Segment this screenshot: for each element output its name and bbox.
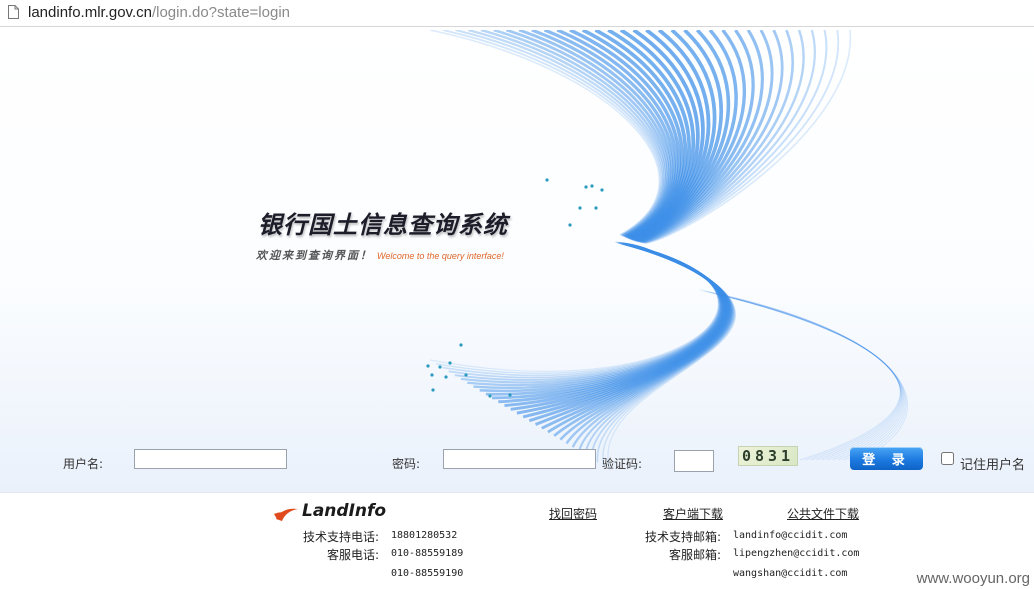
swirl-ribbon	[707, 291, 906, 461]
tech-email-value: landinfo@ccidit.com	[733, 530, 848, 541]
login-button[interactable]: 登 录	[850, 447, 923, 470]
decorative-dot	[459, 343, 463, 347]
decorative-dot	[578, 206, 582, 210]
swirl-ribbon	[718, 294, 904, 461]
tech-phone-label: 技术支持电话:	[303, 530, 380, 544]
decorative-dot	[430, 373, 434, 377]
service-email-value-1: lipengzhen@ccidit.com	[733, 548, 860, 559]
captcha-image[interactable]: 0831	[738, 446, 798, 466]
decorative-dot	[590, 184, 594, 188]
decorative-dot	[568, 223, 572, 227]
service-email-value-2: wangshan@ccidit.com	[733, 568, 848, 579]
welcome-subtitle: 欢迎来到查询界面！ Welcome to the query interface!	[256, 244, 504, 263]
remember-username-checkbox[interactable]	[941, 452, 954, 465]
footer: LandInfo 技术支持电话: 18801280532 客服电话: 010-8…	[0, 492, 1034, 589]
swirl-ribbon	[725, 295, 903, 461]
username-input[interactable]	[134, 449, 287, 469]
password-input[interactable]	[443, 449, 596, 469]
decorative-dot	[426, 364, 430, 368]
swirl-ribbon	[480, 30, 666, 238]
url-host: landinfo.mlr.gov.cn	[28, 4, 152, 21]
decorative-dot	[594, 206, 598, 210]
decorative-dot	[584, 185, 588, 189]
watermark: www.wooyun.org	[916, 570, 1030, 587]
decorative-dot	[431, 388, 435, 392]
landinfo-logo-text: LandInfo	[302, 501, 387, 521]
decorative-dot	[545, 178, 549, 182]
forgot-password-link[interactable]: 找回密码	[549, 505, 597, 522]
tech-email-label: 技术支持邮箱:	[645, 530, 722, 544]
service-phone-label: 客服电话:	[327, 548, 380, 562]
decorative-dot	[444, 375, 448, 379]
browser-address-bar[interactable]: landinfo.mlr.gov.cn/login.do?state=login	[0, 0, 1034, 27]
password-label: 密码:	[392, 457, 421, 471]
decorative-dot	[488, 394, 492, 398]
service-email-label: 客服邮箱:	[669, 548, 722, 562]
welcome-text-en: Welcome to the query interface!	[377, 251, 504, 261]
remember-username-label[interactable]: 记住用户名	[960, 454, 1025, 473]
swirl-ribbon	[721, 294, 903, 461]
captcha-label: 验证码:	[602, 457, 643, 471]
welcome-text-cn: 欢迎来到查询界面！	[256, 249, 373, 262]
public-files-download-link[interactable]: 公共文件下载	[787, 505, 859, 522]
tech-phone-value: 18801280532	[391, 530, 458, 541]
swirl-ribbon	[710, 292, 905, 461]
page-icon	[8, 5, 19, 19]
username-label: 用户名:	[63, 457, 104, 471]
url-path: /login.do?state=login	[151, 4, 290, 21]
url-text[interactable]: landinfo.mlr.gov.cn/login.do?state=login	[28, 4, 290, 22]
landinfo-logo-mark	[274, 508, 298, 521]
service-phone-value-1: 010-88559189	[391, 548, 464, 559]
swirl-background-graphic	[426, 30, 908, 471]
service-phone-value-2: 010-88559190	[391, 568, 464, 579]
system-title: 银行国土信息查询系统	[258, 211, 508, 239]
decorative-dot	[448, 361, 452, 365]
captcha-input[interactable]	[674, 450, 714, 472]
decorative-dot	[464, 373, 468, 377]
decorative-dot	[508, 393, 512, 397]
client-download-link[interactable]: 客户端下载	[663, 505, 723, 522]
hero-banner: 银行国土信息查询系统 欢迎来到查询界面！ Welcome to the query…	[0, 30, 1034, 492]
swirl-ribbon	[714, 293, 904, 461]
decorative-dot	[600, 188, 604, 192]
decorative-dot	[438, 365, 442, 369]
swirl-ribbon	[590, 246, 735, 459]
